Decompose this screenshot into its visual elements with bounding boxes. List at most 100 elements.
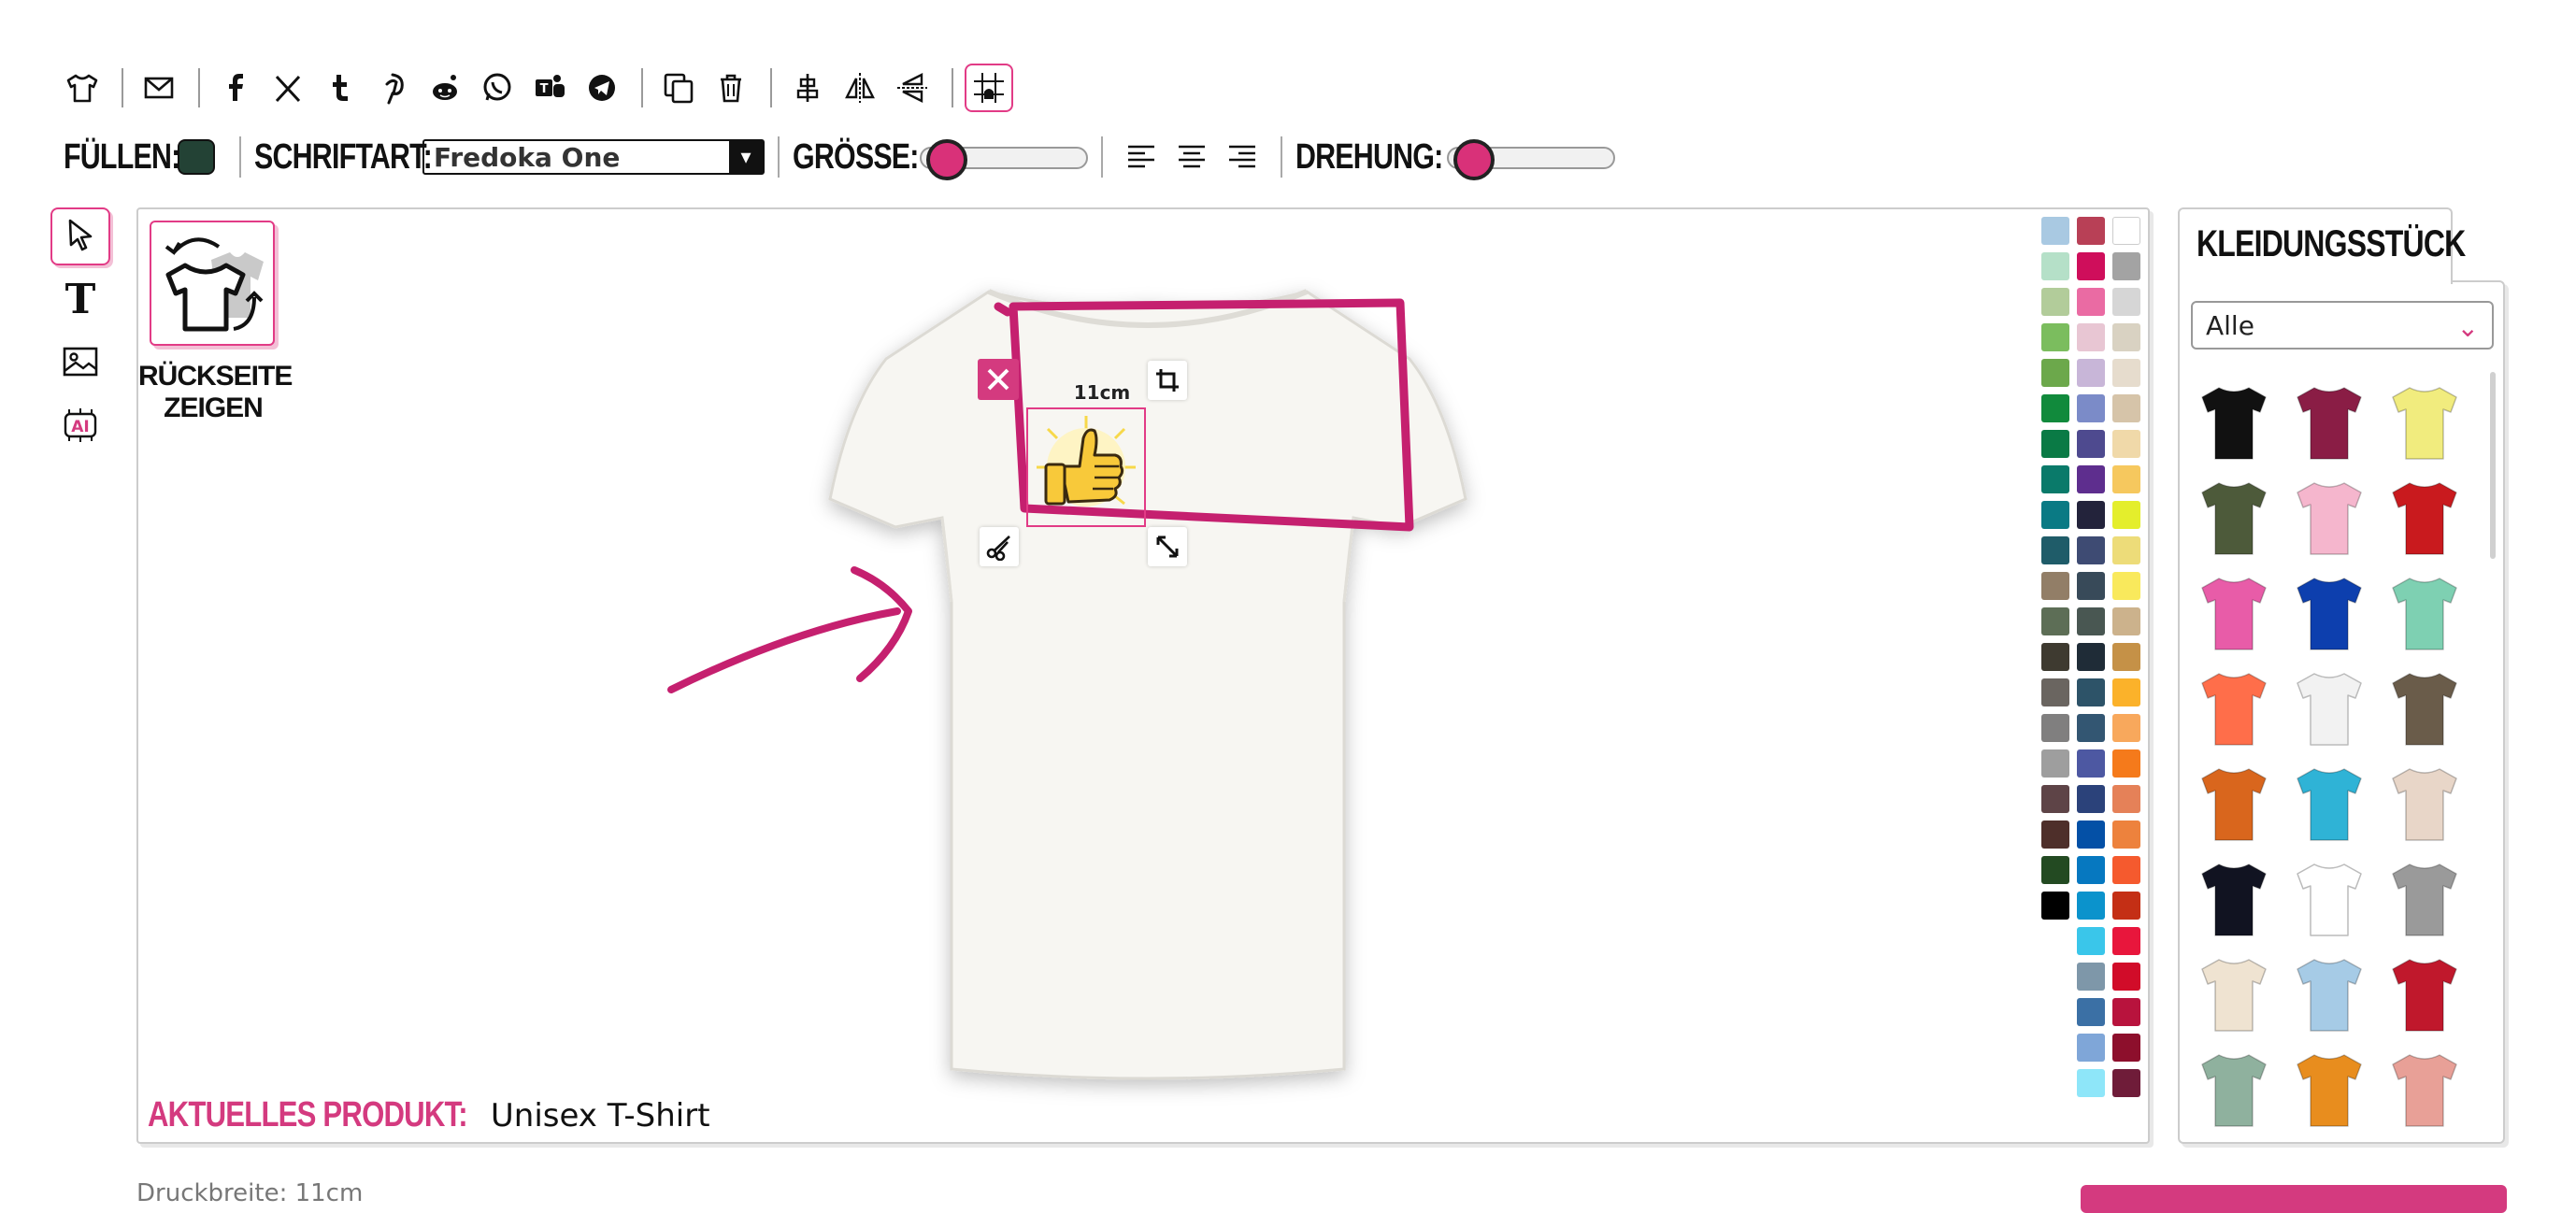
color-swatch[interactable] — [2112, 359, 2140, 387]
color-swatch[interactable] — [2112, 217, 2140, 245]
garment-item[interactable] — [2378, 948, 2471, 1041]
color-swatch[interactable] — [2077, 927, 2105, 955]
color-swatch[interactable] — [2112, 607, 2140, 635]
color-swatch[interactable] — [2112, 714, 2140, 742]
facebook-icon[interactable] — [211, 64, 260, 112]
color-swatch[interactable] — [2112, 572, 2140, 600]
color-swatch[interactable] — [2041, 252, 2069, 280]
color-swatch[interactable] — [2041, 572, 2069, 600]
color-swatch[interactable] — [2112, 963, 2140, 991]
color-swatch[interactable] — [2077, 643, 2105, 671]
grid-icon[interactable] — [965, 64, 1013, 112]
color-swatch[interactable] — [2077, 572, 2105, 600]
garment-item[interactable] — [2283, 471, 2376, 564]
garment-item[interactable] — [2378, 1043, 2471, 1136]
garment-item[interactable] — [2187, 757, 2281, 850]
garment-item[interactable] — [2187, 1043, 2281, 1136]
telegram-icon[interactable] — [578, 64, 626, 112]
size-slider-knob[interactable] — [925, 139, 967, 180]
color-swatch[interactable] — [2112, 323, 2140, 351]
color-swatch[interactable] — [2112, 678, 2140, 706]
font-select[interactable]: Fredoka One ▾ — [422, 139, 765, 175]
color-swatch[interactable] — [2112, 643, 2140, 671]
color-swatch[interactable] — [2077, 892, 2105, 920]
color-swatch[interactable] — [2112, 927, 2140, 955]
color-swatch[interactable] — [2077, 1034, 2105, 1062]
color-swatch[interactable] — [2077, 1069, 2105, 1097]
color-swatch[interactable] — [2112, 821, 2140, 849]
garment-item[interactable] — [2378, 662, 2471, 755]
garment-scrollbar[interactable] — [2490, 372, 2496, 559]
size-slider[interactable] — [920, 139, 1088, 180]
color-swatch[interactable] — [2112, 394, 2140, 422]
garment-item[interactable] — [2283, 852, 2376, 946]
trash-icon[interactable] — [707, 64, 755, 112]
teams-icon[interactable]: T — [525, 64, 574, 112]
color-swatch[interactable] — [2112, 1069, 2140, 1097]
color-swatch[interactable] — [2041, 856, 2069, 884]
color-swatch[interactable] — [2041, 821, 2069, 849]
garment-item[interactable] — [2187, 662, 2281, 755]
color-swatch[interactable] — [2112, 536, 2140, 564]
resize-handle[interactable] — [1148, 527, 1187, 566]
flip-horizontal-icon[interactable] — [836, 64, 884, 112]
pointer-tool[interactable] — [50, 207, 110, 265]
color-swatch[interactable] — [2041, 394, 2069, 422]
design-canvas[interactable]: RÜCKSEITE ZEIGEN 11cm AKTUELLES PRODUKT:… — [136, 207, 2150, 1144]
color-swatch[interactable] — [2112, 252, 2140, 280]
color-swatch[interactable] — [2077, 323, 2105, 351]
add-to-cart-button[interactable] — [2081, 1185, 2507, 1213]
color-swatch[interactable] — [2041, 607, 2069, 635]
color-swatch[interactable] — [2112, 998, 2140, 1026]
color-swatch[interactable] — [2041, 465, 2069, 493]
delete-handle[interactable] — [978, 359, 1019, 400]
image-tool[interactable] — [50, 335, 110, 392]
color-swatch[interactable] — [2041, 501, 2069, 529]
color-swatch[interactable] — [2041, 430, 2069, 458]
align-center-text-icon[interactable] — [1171, 136, 1212, 178]
color-swatch[interactable] — [2112, 1034, 2140, 1062]
flip-vertical-icon[interactable] — [888, 64, 937, 112]
duplicate-icon[interactable] — [654, 64, 703, 112]
garment-item[interactable] — [2187, 852, 2281, 946]
color-swatch[interactable] — [2077, 252, 2105, 280]
garment-item[interactable] — [2378, 376, 2471, 469]
reddit-icon[interactable] — [421, 64, 469, 112]
garment-tab[interactable]: KLEIDUNGSSTÜCK — [2178, 207, 2466, 284]
color-swatch[interactable] — [2112, 501, 2140, 529]
color-swatch[interactable] — [2112, 892, 2140, 920]
garment-item[interactable] — [2283, 948, 2376, 1041]
garment-item[interactable] — [2187, 471, 2281, 564]
garment-item[interactable] — [2283, 376, 2376, 469]
color-swatch[interactable] — [2112, 288, 2140, 316]
color-swatch[interactable] — [2077, 714, 2105, 742]
align-center-icon[interactable] — [783, 64, 832, 112]
cut-handle[interactable] — [980, 527, 1019, 566]
color-swatch[interactable] — [2041, 288, 2069, 316]
color-swatch[interactable] — [2077, 785, 2105, 813]
color-swatch[interactable] — [2077, 749, 2105, 778]
color-swatch[interactable] — [2077, 465, 2105, 493]
placed-graphic[interactable] — [1026, 407, 1146, 527]
color-swatch[interactable] — [2077, 288, 2105, 316]
color-swatch[interactable] — [2077, 678, 2105, 706]
align-right-icon[interactable] — [1222, 136, 1263, 178]
garment-item[interactable] — [2378, 471, 2471, 564]
color-swatch[interactable] — [2112, 430, 2140, 458]
color-swatch[interactable] — [2041, 892, 2069, 920]
color-swatch[interactable] — [2041, 714, 2069, 742]
color-swatch[interactable] — [2077, 998, 2105, 1026]
color-swatch[interactable] — [2077, 963, 2105, 991]
color-swatch[interactable] — [2041, 678, 2069, 706]
color-swatch[interactable] — [2077, 536, 2105, 564]
ai-tool[interactable]: AI — [50, 398, 110, 456]
x-icon[interactable] — [264, 64, 312, 112]
garment-item[interactable] — [2283, 662, 2376, 755]
garment-item[interactable] — [2378, 852, 2471, 946]
color-swatch[interactable] — [2112, 785, 2140, 813]
color-swatch[interactable] — [2077, 359, 2105, 387]
color-swatch[interactable] — [2077, 430, 2105, 458]
color-swatch[interactable] — [2041, 323, 2069, 351]
color-swatch[interactable] — [2041, 217, 2069, 245]
color-swatch[interactable] — [2112, 749, 2140, 778]
